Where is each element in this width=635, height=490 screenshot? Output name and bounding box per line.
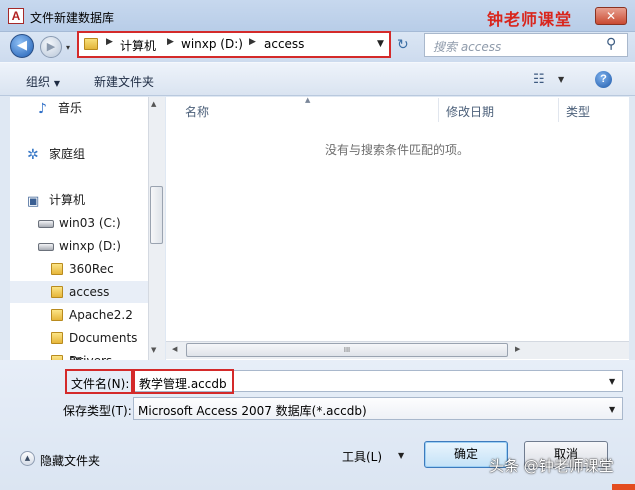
search-placeholder: 搜索 access xyxy=(433,40,502,54)
tree-item-computer[interactable]: ▣ 计算机 xyxy=(10,189,150,211)
recent-pages-dropdown-icon[interactable]: ▾ xyxy=(66,43,70,52)
tree-item-label: 家庭组 xyxy=(49,147,86,161)
tree-item-label: Apache2.2 xyxy=(69,308,133,322)
tree-item-documents[interactable]: Documents ar xyxy=(10,327,150,360)
tree-item-drive-c[interactable]: win03 (C:) xyxy=(10,212,150,234)
scroll-left-icon[interactable]: ◀ xyxy=(172,345,177,353)
chevron-down-icon[interactable]: ▼ xyxy=(558,75,564,84)
sort-ascending-icon: ▲ xyxy=(305,96,311,104)
hscrollbar-thumb[interactable]: III xyxy=(186,343,508,357)
tree-item-label: 计算机 xyxy=(49,193,86,207)
watermark-bottom: 头条 @钟老师课堂 xyxy=(489,457,614,475)
breadcrumb-drive-d[interactable]: winxp (D:) xyxy=(181,37,243,51)
tree-item-label: 音乐 xyxy=(58,101,83,115)
refresh-icon[interactable]: ↻ xyxy=(397,37,409,53)
folder-icon xyxy=(51,332,63,344)
tree-item-label: 360Rec xyxy=(69,262,114,276)
column-header-date[interactable]: 修改日期 xyxy=(446,103,494,120)
filename-value[interactable]: 教学管理.accdb xyxy=(139,375,227,392)
tree-item-drivers[interactable]: Drivers xyxy=(10,350,150,360)
chevron-down-icon[interactable]: ▼ xyxy=(398,451,404,460)
tree-item-label: winxp (D:) xyxy=(59,239,121,253)
filename-dropdown-icon[interactable]: ▼ xyxy=(609,377,615,386)
breadcrumb-computer[interactable]: 计算机 xyxy=(120,37,156,54)
tree-item-drive-d[interactable]: winxp (D:) xyxy=(10,235,150,257)
tree-scrollbar-thumb[interactable] xyxy=(150,186,163,244)
organize-button[interactable]: 组织 ▼ xyxy=(26,73,60,90)
resize-grip xyxy=(612,484,635,490)
scroll-right-icon[interactable]: ▶ xyxy=(515,345,520,353)
tree-item-music[interactable]: ♪ 音乐 xyxy=(10,97,150,119)
help-icon[interactable]: ? xyxy=(595,71,612,88)
navigation-pane: ♪ 音乐 ✲ 家庭组 ▣ 计算机 win03 (C:) winxp (D:) 3… xyxy=(10,97,165,360)
tools-button[interactable]: 工具(L) xyxy=(342,448,382,465)
column-divider[interactable] xyxy=(558,98,559,122)
window-title: 文件新建数据库 xyxy=(30,11,115,25)
homegroup-icon: ✲ xyxy=(27,147,39,163)
computer-icon: ▣ xyxy=(27,194,40,209)
folder-icon xyxy=(51,286,63,298)
search-icon[interactable]: ⚲ xyxy=(606,36,616,52)
breadcrumb-separator-icon[interactable]: ▶ xyxy=(249,37,256,47)
organize-label: 组织 xyxy=(26,75,51,89)
access-app-icon: A xyxy=(8,8,24,24)
music-icon: ♪ xyxy=(38,101,47,117)
column-header-name[interactable]: 名称 xyxy=(185,103,209,120)
tree-item-apache[interactable]: Apache2.2 xyxy=(10,304,150,326)
breadcrumb-separator-icon[interactable]: ▶ xyxy=(106,37,113,47)
hide-folders-button[interactable]: 隐藏文件夹 xyxy=(40,452,100,469)
tree-item-homegroup[interactable]: ✲ 家庭组 xyxy=(10,143,150,165)
new-folder-button[interactable]: 新建文件夹 xyxy=(94,73,154,90)
chevron-down-icon: ▼ xyxy=(53,79,60,88)
tree-item-label: win03 (C:) xyxy=(59,216,121,230)
tree-item-360rec[interactable]: 360Rec xyxy=(10,258,150,280)
tree-item-access[interactable]: access xyxy=(10,281,150,303)
breadcrumb-access[interactable]: access xyxy=(264,37,304,51)
breadcrumb-separator-icon[interactable]: ▶ xyxy=(167,37,174,47)
filetype-value[interactable]: Microsoft Access 2007 数据库(*.accdb) xyxy=(138,402,367,419)
folder-icon xyxy=(84,38,98,50)
filetype-label: 保存类型(T): xyxy=(63,404,132,418)
view-options-icon[interactable]: ☷ xyxy=(533,72,545,87)
drive-icon xyxy=(38,243,54,251)
filename-label: 文件名(N): xyxy=(71,377,130,391)
scroll-up-icon[interactable]: ▲ xyxy=(151,100,156,108)
column-header-type[interactable]: 类型 xyxy=(566,103,590,120)
hide-folders-icon[interactable]: ▲ xyxy=(20,451,35,466)
column-divider[interactable] xyxy=(438,98,439,122)
address-dropdown-icon[interactable]: ▼ xyxy=(377,39,384,49)
folder-icon xyxy=(51,263,63,275)
close-button[interactable]: ✕ xyxy=(595,7,627,25)
tree-item-label: Drivers xyxy=(69,350,112,360)
forward-button[interactable]: ▶ xyxy=(40,36,62,58)
back-button[interactable]: ◀ xyxy=(10,34,34,58)
scroll-down-icon[interactable]: ▼ xyxy=(151,346,156,354)
tree-item-label: access xyxy=(69,285,110,299)
empty-result-message: 没有与搜索条件匹配的项。 xyxy=(325,143,470,157)
folder-icon xyxy=(51,309,63,321)
drive-icon xyxy=(38,220,54,228)
filetype-dropdown-icon[interactable]: ▼ xyxy=(609,405,615,414)
watermark-top: 钟老师课堂 xyxy=(487,10,573,29)
file-list-pane[interactable] xyxy=(166,97,629,360)
